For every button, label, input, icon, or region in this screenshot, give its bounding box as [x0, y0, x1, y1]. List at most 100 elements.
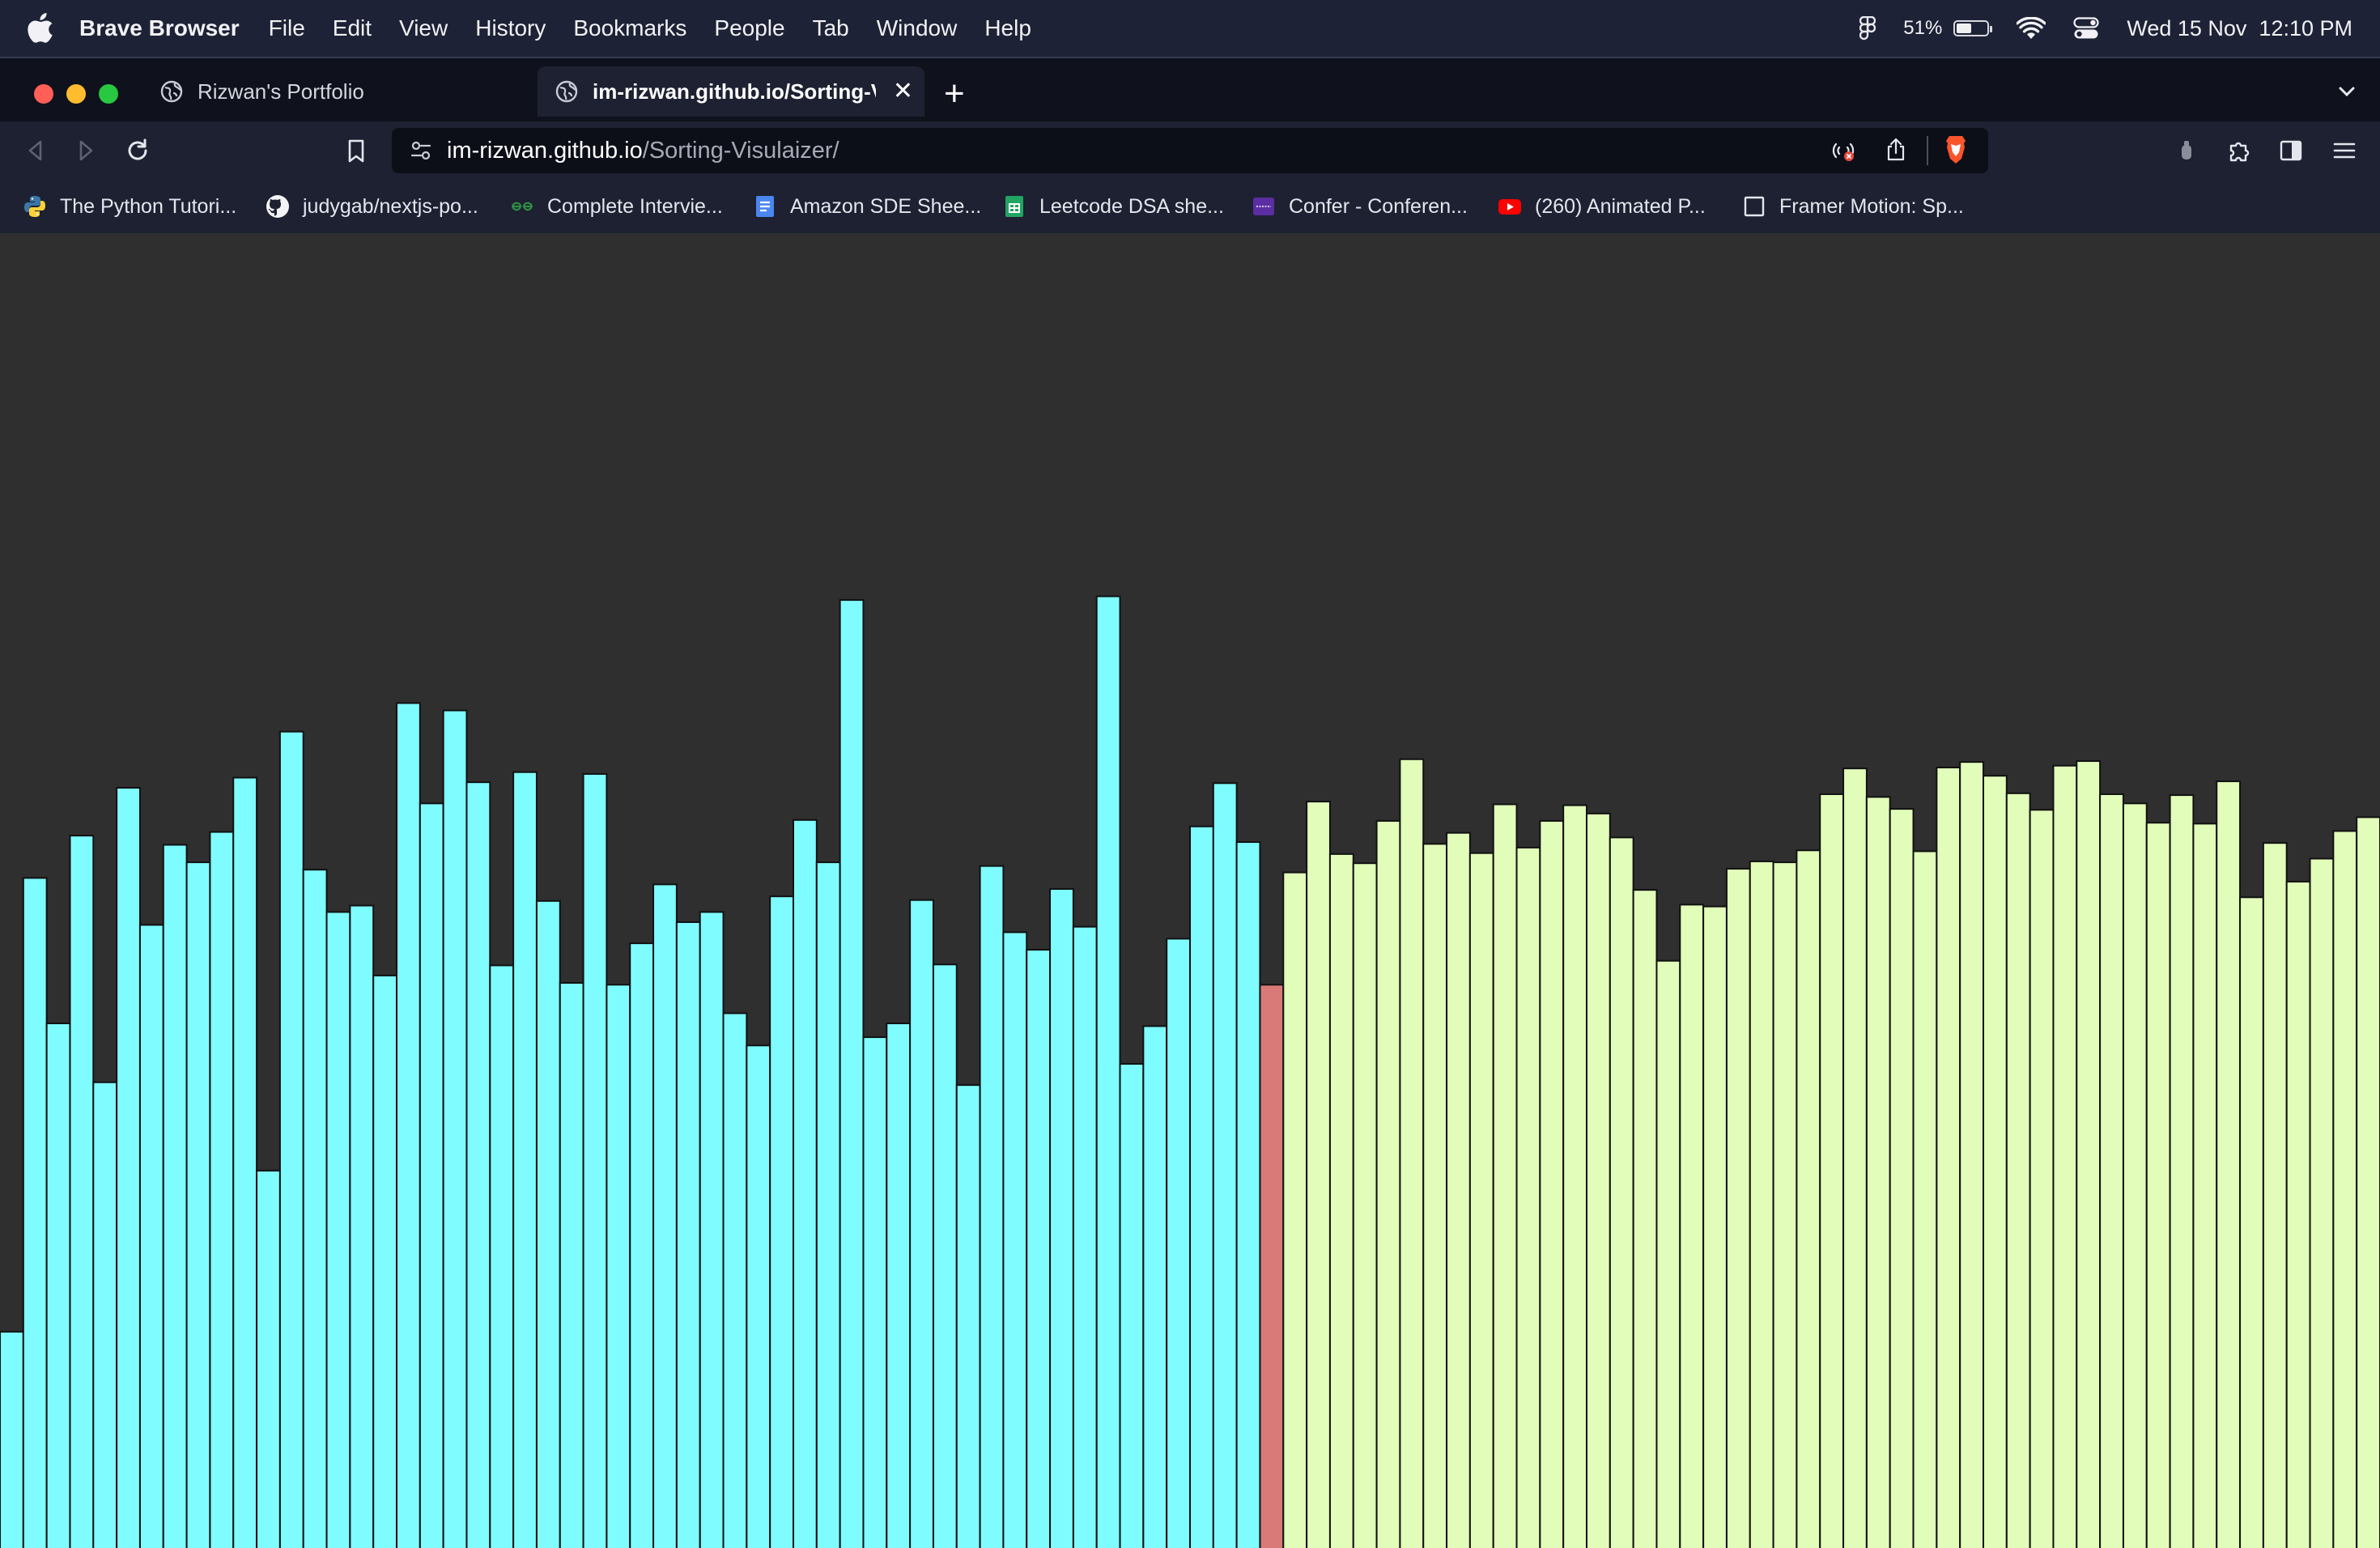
bookmark-python-tutorial[interactable]: The Python Tutori...: [23, 194, 236, 219]
array-bar: [675, 921, 701, 1548]
array-bar: [629, 942, 655, 1548]
menu-help[interactable]: Help: [984, 15, 1031, 41]
python-icon: [24, 196, 45, 217]
menu-tab[interactable]: Tab: [813, 15, 849, 41]
control-center-icon[interactable]: [2073, 17, 2099, 40]
sheets-icon: [1005, 196, 1023, 217]
tab-strip: Rizwan's Portfolio im-rizwan.github.io/S…: [0, 57, 2380, 121]
array-bar: [489, 964, 515, 1548]
array-bar: [722, 1012, 748, 1548]
array-bar: [349, 904, 375, 1548]
media-blocked-icon[interactable]: [1831, 139, 1855, 162]
array-bar: [1749, 860, 1774, 1548]
array-bar: [2099, 793, 2124, 1548]
array-bar: [1562, 804, 1588, 1548]
menu-people[interactable]: People: [714, 15, 784, 41]
array-bar: [1632, 889, 1658, 1548]
array-bar: [2076, 760, 2102, 1548]
array-bar: [1002, 931, 1028, 1548]
browser-toolbar: im-rizwan.github.io/Sorting-Visulaizer/: [0, 121, 2380, 180]
bookmark-icon[interactable]: [343, 138, 369, 164]
array-bar: [1842, 768, 1868, 1548]
address-bar[interactable]: im-rizwan.github.io/Sorting-Visulaizer/: [392, 128, 1988, 173]
bookmark-leetcode-dsa[interactable]: Leetcode DSA she...: [1002, 194, 1224, 219]
array-bar: [1679, 904, 1705, 1548]
bookmark-youtube-animated[interactable]: (260) Animated P...: [1498, 194, 1706, 219]
bookmark-label: Confer - Conferen...: [1289, 194, 1468, 218]
window-minimize-button[interactable]: [66, 84, 86, 104]
array-bar: [1492, 803, 1518, 1548]
apple-logo-icon[interactable]: [28, 13, 55, 44]
youtube-icon: [1498, 199, 1521, 215]
sidebar-toggle-icon[interactable]: [2278, 138, 2304, 164]
macos-menu-bar: Brave Browser File Edit View History Boo…: [0, 0, 2380, 57]
array-bar: [138, 924, 164, 1548]
array-bar: [1166, 938, 1192, 1548]
bookmark-label: Framer Motion: Sp...: [1779, 194, 1964, 218]
bookmark-confer[interactable]: Confer - Conferen...: [1252, 194, 1468, 219]
tab-sorting-visualizer[interactable]: im-rizwan.github.io/Sorting-Visulaizer/ …: [538, 66, 924, 117]
hamburger-menu-icon[interactable]: [2331, 138, 2357, 164]
array-bar: [1983, 775, 2008, 1548]
colorlib-icon: [1253, 198, 1274, 215]
array-bar: [2262, 842, 2288, 1548]
reload-icon[interactable]: [125, 138, 151, 164]
array-bar: [839, 599, 865, 1548]
window-close-button[interactable]: [34, 84, 53, 104]
menu-file[interactable]: File: [269, 15, 305, 41]
bookmark-framer-motion[interactable]: Framer Motion: Sp...: [1742, 194, 1964, 219]
array-bar: [2169, 794, 2195, 1548]
menu-edit[interactable]: Edit: [333, 15, 372, 41]
back-arrow-icon[interactable]: [23, 138, 49, 164]
tab-portfolio[interactable]: Rizwan's Portfolio: [142, 66, 523, 117]
array-bar: [1655, 959, 1681, 1548]
array-bar: [1889, 808, 1915, 1548]
chevron-down-icon[interactable]: [2338, 83, 2356, 100]
array-bar: [652, 883, 678, 1548]
battery-status[interactable]: 51%: [1903, 17, 1993, 40]
array-bar: [606, 984, 631, 1548]
menubar-clock[interactable]: Wed 15 Nov 12:10 PM: [2127, 16, 2352, 41]
menu-window[interactable]: Window: [877, 15, 958, 41]
window-zoom-button[interactable]: [99, 84, 118, 104]
menu-history[interactable]: History: [475, 15, 546, 41]
site-settings-icon[interactable]: [410, 139, 432, 162]
array-bar: [1468, 852, 1494, 1548]
share-icon[interactable]: [1885, 138, 1907, 162]
array-bar: [1189, 825, 1214, 1548]
array-bar: [2052, 764, 2078, 1548]
array-bar: [1026, 949, 1052, 1548]
bookmark-amazon-sde-sheet[interactable]: Amazon SDE Shee...: [753, 194, 981, 219]
wallet-icon[interactable]: [2176, 138, 2197, 164]
array-bar: [559, 982, 584, 1548]
bookmark-label: Leetcode DSA she...: [1039, 194, 1224, 218]
tab-title: Rizwan's Portfolio: [198, 79, 364, 104]
array-bar: [769, 895, 794, 1548]
figma-icon[interactable]: [1859, 16, 1876, 40]
array-bar: [1352, 862, 1378, 1548]
url-host: im-rizwan.github.io: [447, 137, 643, 164]
bookmark-github-nextjs[interactable]: judygab/nextjs-po...: [266, 194, 478, 219]
page-icon: [1744, 196, 1765, 217]
tab-close-icon[interactable]: ✕: [893, 79, 913, 104]
new-tab-plus-icon[interactable]: +: [944, 76, 965, 112]
extensions-puzzle-icon[interactable]: [2226, 138, 2252, 164]
array-bar: [419, 802, 444, 1548]
bookmark-complete-interview[interactable]: Complete Intervie...: [510, 194, 723, 219]
array-bar: [2192, 823, 2218, 1548]
menu-view[interactable]: View: [399, 15, 448, 41]
array-bar: [2005, 792, 2031, 1548]
wifi-icon[interactable]: [2017, 17, 2046, 40]
array-bar: [1049, 888, 1074, 1548]
array-bar: [209, 831, 235, 1548]
array-bar: [1725, 868, 1751, 1548]
array-bar: [442, 709, 468, 1548]
array-bar: [302, 869, 328, 1548]
forward-arrow-icon[interactable]: [73, 138, 99, 164]
array-bar: [1375, 819, 1401, 1548]
brave-shields-icon[interactable]: [1943, 134, 1969, 165]
array-bar: [92, 1081, 118, 1548]
menu-app-name[interactable]: Brave Browser: [79, 15, 240, 41]
menu-bookmarks[interactable]: Bookmarks: [573, 15, 686, 41]
array-bar: [862, 1036, 888, 1548]
